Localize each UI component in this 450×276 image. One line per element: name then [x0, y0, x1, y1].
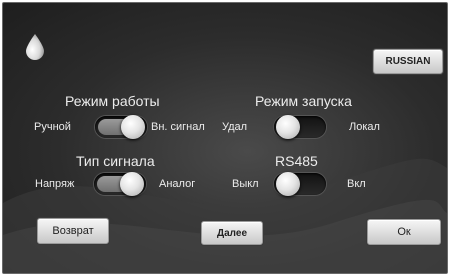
start-mode-switch[interactable]	[274, 115, 326, 139]
switch-knob	[121, 115, 145, 139]
signal-type-right-option: Аналог	[159, 178, 196, 190]
water-drop-icon	[26, 34, 44, 60]
start-mode-title: Режим запуска	[255, 93, 352, 109]
switch-knob	[120, 172, 144, 196]
signal-type-switch[interactable]	[94, 172, 146, 196]
work-mode-switch[interactable]	[95, 115, 147, 139]
next-button[interactable]: Далее	[201, 221, 263, 245]
signal-type-title: Тип сигнала	[76, 153, 155, 169]
ok-button[interactable]: Ок	[367, 219, 441, 245]
signal-type-left-option: Напряж	[35, 178, 75, 190]
work-mode-right-option: Вн. сигнал	[151, 121, 205, 133]
language-button[interactable]: RUSSIAN	[373, 49, 443, 74]
rs485-left-option: Выкл	[232, 178, 259, 190]
back-button[interactable]: Возврат	[37, 218, 109, 244]
start-mode-left-option: Удал	[222, 121, 248, 133]
rs485-switch[interactable]	[274, 172, 326, 196]
switch-knob	[276, 172, 300, 196]
switch-knob	[276, 115, 300, 139]
work-mode-left-option: Ручной	[34, 121, 71, 133]
rs485-right-option: Вкл	[347, 178, 366, 190]
work-mode-title: Режим работы	[65, 93, 160, 109]
settings-screen: RUSSIAN Режим работы Ручной Вн. сигнал Р…	[2, 2, 448, 274]
start-mode-right-option: Локал	[349, 121, 380, 133]
rs485-title: RS485	[275, 153, 318, 169]
